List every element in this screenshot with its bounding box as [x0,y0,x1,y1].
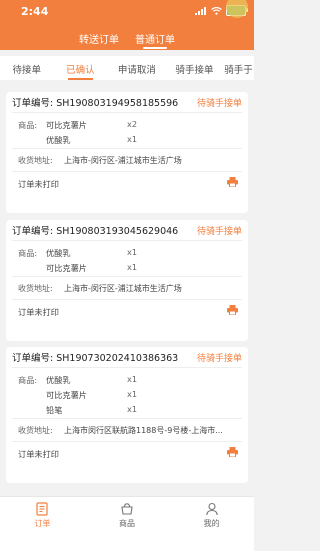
delivery-address: 收货地址: 上海市闵行区联航路1188号-9号楼-上海市... [6,419,248,441]
item-name: 可比克薯片 [46,390,87,400]
delivery-address: 收货地址: 上海市-闵行区-浦江城市生活广场 [6,149,248,171]
address-value: 上海市-闵行区-浦江城市生活广场 [64,156,182,165]
order-header: 订单编号: SH190803193045629046 待骑手接单 [6,220,248,240]
printer-icon[interactable] [227,447,238,457]
address-label: 收货地址: [18,284,53,293]
goods-label: 商品: [18,248,38,258]
tab-profile-label: 我的 [203,519,220,528]
order-card[interactable]: 订单编号: SH190730202410386363 待骑手接单 商品: 优酸乳… [6,347,248,483]
tab-normal-orders[interactable]: 普通订单 [135,31,175,49]
bottom-tab-bar: 订单 商品 我的 [0,496,254,551]
status-bar: 2:44 [0,0,254,24]
order-items: 商品: 可比克薯片 x2 优酸乳 x1 [6,113,248,148]
item-name: 可比克薯片 [46,120,87,130]
tab-transfer-orders[interactable]: 转送订单 [79,31,119,49]
delivery-address: 收货地址: 上海市-闵行区-浦江城市生活广场 [6,277,248,299]
tab-rider-more[interactable]: 骑手于 [222,56,254,80]
tab-cancel-request[interactable]: 申请取消 [107,56,167,80]
tab-orders-label: 订单 [34,519,51,528]
item-name: 铅笔 [46,405,63,415]
goods-icon [121,503,133,515]
order-number-label: 订单编号: [12,98,54,109]
order-card[interactable]: 订单编号: SH190803194958185596 待骑手接单 商品: 可比克… [6,92,248,213]
list-item: 商品: 可比克薯片 x2 [6,116,248,131]
order-number-value: SH190803193045629046 [56,226,179,237]
order-number: 订单编号: SH190803194958185596 [12,95,178,109]
list-item: 可比克薯片 x1 [6,259,248,274]
profile-icon [205,502,218,516]
item-quantity: x1 [127,374,138,384]
address-value: 上海市-闵行区-浦江城市生活广场 [64,284,182,293]
tab-goods-label: 商品 [119,519,135,528]
order-status-badge: 待骑手接单 [196,98,242,109]
order-status-badge: 待骑手接单 [196,226,242,237]
tab-rider-accepted[interactable]: 骑手接单 [167,56,223,80]
tab-profile[interactable]: 我的 [169,497,254,551]
item-quantity: x1 [127,247,138,257]
signal-icon [195,6,206,15]
status-time: 2:44 [21,5,49,18]
tab-goods[interactable]: 商品 [85,497,170,551]
order-mode-switch: 转送订单 普通订单 [0,31,254,49]
item-name: 优酸乳 [46,375,71,385]
order-status-tabs: 待接单 已确认 申请取消 骑手接单 骑手于 [0,56,254,80]
list-item: 商品: 优酸乳 x1 [6,244,248,259]
goods-label: 商品: [18,375,38,385]
order-header: 订单编号: SH190730202410386363 待骑手接单 [6,347,248,367]
print-status: 订单未打印 [18,449,59,459]
print-status: 订单未打印 [18,179,59,189]
printer-icon[interactable] [227,305,238,315]
order-footer: 订单未打印 [6,300,248,322]
address-label: 收货地址: [18,426,53,435]
tab-confirmed[interactable]: 已确认 [54,56,108,80]
list-item: 铅笔 x1 [6,401,248,416]
order-status-badge: 待骑手接单 [196,353,242,364]
item-name: 可比克薯片 [46,263,87,273]
tab-orders[interactable]: 订单 [0,497,85,551]
item-quantity: x2 [127,119,138,129]
order-number-value: SH190730202410386363 [56,353,179,364]
order-items: 商品: 优酸乳 x1 可比克薯片 x1 [6,241,248,276]
list-item: 可比克薯片 x1 [6,386,248,401]
item-name: 优酸乳 [46,248,71,258]
order-card[interactable]: 订单编号: SH190803193045629046 待骑手接单 商品: 优酸乳… [6,220,248,341]
print-status: 订单未打印 [18,307,59,317]
tab-pending[interactable]: 待接单 [0,56,54,80]
goods-label: 商品: [18,120,38,130]
address-label: 收货地址: [18,156,53,165]
printer-icon[interactable] [227,177,238,187]
list-item: 商品: 优酸乳 x1 [6,371,248,386]
order-number: 订单编号: SH190803193045629046 [12,223,178,237]
order-number-label: 订单编号: [12,226,54,237]
order-items: 商品: 优酸乳 x1 可比克薯片 x1 铅笔 x1 [6,368,248,418]
order-footer: 订单未打印 [6,442,248,464]
order-icon [36,502,48,516]
order-header: 订单编号: SH190803194958185596 待骑手接单 [6,92,248,112]
item-quantity: x1 [127,134,138,144]
order-number-label: 订单编号: [12,353,54,364]
wifi-icon [211,6,222,15]
item-quantity: x1 [127,262,138,272]
order-number: 订单编号: SH190730202410386363 [12,350,178,364]
list-item: 优酸乳 x1 [6,131,248,146]
item-name: 优酸乳 [46,135,71,145]
order-footer: 订单未打印 [6,172,248,194]
item-quantity: x1 [127,404,138,414]
address-value: 上海市闵行区联航路1188号-9号楼-上海市... [64,426,223,435]
order-number-value: SH190803194958185596 [56,98,179,109]
item-quantity: x1 [127,389,138,399]
app-header: 2:44 转送订单 普通订单 [0,0,254,50]
